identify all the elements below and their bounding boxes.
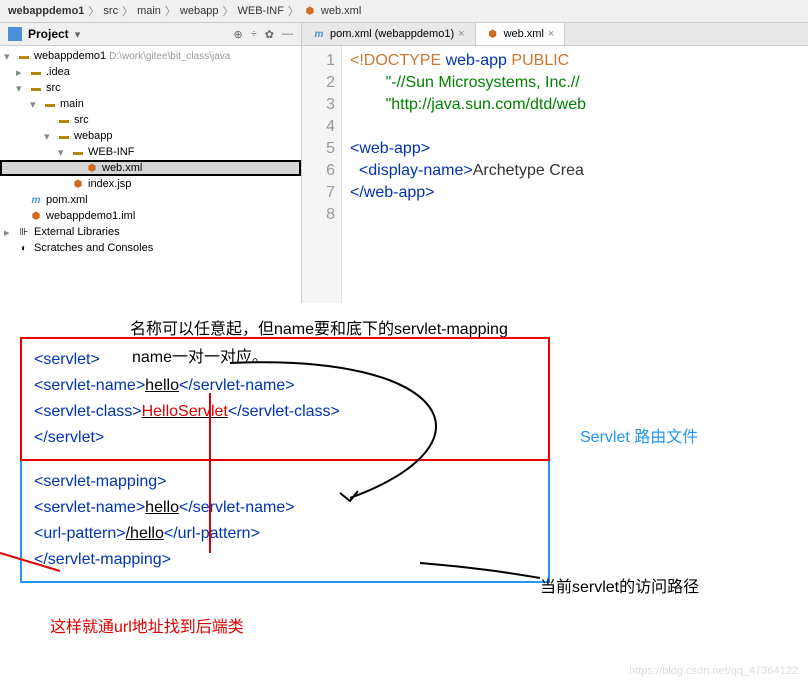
dropdown-icon[interactable]: ▾ — [75, 28, 81, 41]
crumb-src[interactable]: src — [103, 5, 118, 17]
toggle-icon[interactable]: ▸ — [16, 66, 26, 79]
close-icon[interactable]: × — [548, 28, 554, 40]
tree-scratches[interactable]: ◐Scratches and Consoles — [0, 240, 301, 256]
anno-bottom-red: 这样就通url地址找到后端类 — [50, 613, 788, 637]
tree-indexjsp[interactable]: ⬢index.jsp — [0, 176, 301, 192]
tree-src[interactable]: ▾▬src — [0, 80, 301, 96]
tab-web[interactable]: ⬢web.xml× — [476, 23, 566, 45]
crumb-webinf[interactable]: WEB-INF — [237, 5, 283, 17]
anno-blue-label: Servlet 路由文件 — [580, 423, 698, 447]
project-tool-header: Project ▾ ⊕ ÷ ✿ — — [0, 23, 301, 46]
library-icon: ⊪ — [17, 225, 31, 239]
xml-file-icon: ⬢ — [303, 4, 317, 18]
anno-name-match: name一对一对应。 — [132, 345, 268, 371]
scratch-icon: ◐ — [17, 241, 31, 255]
xml-file-icon: ⬢ — [486, 27, 500, 41]
line-gutter: 12345678 — [302, 46, 342, 303]
code-editor[interactable]: 12345678 <!DOCTYPE web-app PUBLIC "-//Su… — [302, 46, 808, 303]
maven-file-icon: m — [312, 27, 326, 41]
project-icon — [8, 27, 22, 41]
tree-idea[interactable]: ▸▬.idea — [0, 64, 301, 80]
folder-icon: ▬ — [29, 65, 43, 79]
tree-webxml[interactable]: ⬢web.xml — [0, 160, 301, 176]
editor-panel: mpom.xml (webappdemo1)× ⬢web.xml× 123456… — [302, 23, 808, 303]
toggle-icon[interactable]: ▾ — [4, 50, 14, 63]
breadcrumb: webappdemo1〉 src〉 main〉 webapp〉 WEB-INF〉… — [0, 0, 808, 23]
tree-main[interactable]: ▾▬main — [0, 96, 301, 112]
watermark: https://blog.csdn.net/qq_47364122 — [629, 665, 798, 677]
annotation-area: 名称可以任意起，但name要和底下的servlet-mapping name一对… — [0, 323, 808, 637]
toggle-icon[interactable]: ▾ — [58, 146, 68, 159]
crumb-webapp[interactable]: webapp — [180, 5, 219, 17]
crumb-main[interactable]: main — [137, 5, 161, 17]
anno-top-text: 名称可以任意起，但name要和底下的servlet-mapping — [130, 315, 508, 339]
folder-icon: ▬ — [29, 81, 43, 95]
tree-src2[interactable]: ▬src — [0, 112, 301, 128]
module-icon: ▬ — [17, 49, 31, 63]
target-icon[interactable]: ✿ — [265, 28, 274, 41]
crumb-project[interactable]: webappdemo1 — [8, 5, 84, 17]
toggle-icon[interactable]: ▾ — [44, 130, 54, 143]
tree-pom[interactable]: mpom.xml — [0, 192, 301, 208]
tree-webapp[interactable]: ▾▬webapp — [0, 128, 301, 144]
tree-webinf[interactable]: ▾▬WEB-INF — [0, 144, 301, 160]
close-icon[interactable]: × — [458, 28, 464, 40]
toggle-icon[interactable]: ▾ — [16, 82, 26, 95]
divide-icon[interactable]: ÷ — [251, 28, 257, 41]
project-tree-panel: Project ▾ ⊕ ÷ ✿ — ▾▬webappdemo1 D:\work\… — [0, 23, 302, 303]
collapse-icon[interactable]: ⊕ — [234, 28, 243, 41]
folder-icon: ▬ — [43, 97, 57, 111]
tree-root[interactable]: ▾▬webappdemo1 D:\work\gitee\bit_class\ja… — [0, 48, 301, 64]
crumb-file[interactable]: web.xml — [321, 5, 361, 17]
tab-pom[interactable]: mpom.xml (webappdemo1)× — [302, 23, 476, 45]
folder-icon: ▬ — [71, 145, 85, 159]
iml-file-icon: ⬢ — [29, 209, 43, 223]
project-tree: ▾▬webappdemo1 D:\work\gitee\bit_class\ja… — [0, 46, 301, 258]
anno-path-label: 当前servlet的访问路径 — [540, 573, 720, 597]
project-title: Project — [28, 27, 69, 41]
toggle-icon[interactable]: ▸ — [4, 226, 14, 239]
tree-iml[interactable]: ⬢webappdemo1.iml — [0, 208, 301, 224]
jsp-file-icon: ⬢ — [71, 177, 85, 191]
maven-file-icon: m — [29, 193, 43, 207]
servlet-mapping-block: <servlet-mapping> <servlet-name>hello</s… — [20, 459, 550, 583]
hide-icon[interactable]: — — [282, 28, 293, 41]
xml-file-icon: ⬢ — [85, 161, 99, 175]
editor-tabs: mpom.xml (webappdemo1)× ⬢web.xml× — [302, 23, 808, 46]
tree-ext-libs[interactable]: ▸⊪External Libraries — [0, 224, 301, 240]
servlet-block: name一对一对应。 <servlet> <servlet-name>hello… — [20, 337, 550, 461]
code-content[interactable]: <!DOCTYPE web-app PUBLIC "-//Sun Microsy… — [342, 46, 808, 303]
folder-icon: ▬ — [57, 129, 71, 143]
folder-icon: ▬ — [57, 113, 71, 127]
toggle-icon[interactable]: ▾ — [30, 98, 40, 111]
